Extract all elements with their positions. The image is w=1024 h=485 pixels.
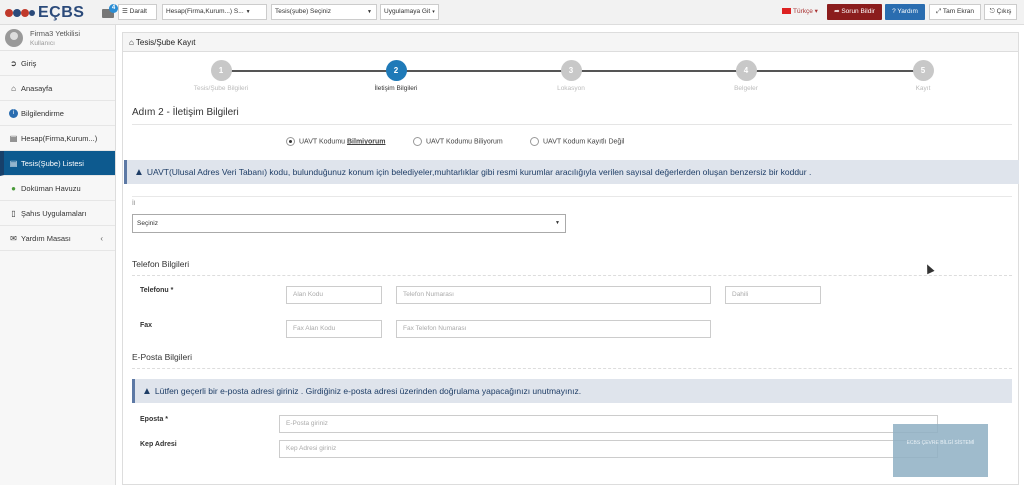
sidebar-item-yardim-masasi[interactable]: ✉ Yardım Masası ‹ <box>0 226 115 251</box>
step-4[interactable]: 4 Belgeler <box>696 60 796 92</box>
radio-circle-icon <box>413 137 422 146</box>
chevron-left-icon: ‹ <box>100 233 103 243</box>
caret-down-icon: ▼ <box>555 220 560 226</box>
il-field-group: İl Seçiniz ▼ <box>132 196 1012 236</box>
area-code-input[interactable]: Alan Kodu <box>286 286 382 304</box>
step-3[interactable]: 3 Lokasyon <box>521 60 621 92</box>
expand-icon: ⤢ <box>936 8 942 15</box>
kep-address-input[interactable]: Kep Adresi giriniz <box>279 440 938 458</box>
list-icon: ▤ <box>9 158 18 168</box>
wizard-steps: 1 Tesis/Şube Bilgileri 2 İletişim Bilgil… <box>123 60 1020 100</box>
main-panel: ⌂ Tesis/Şube Kayıt 1 Tesis/Şube Bilgiler… <box>122 32 1019 485</box>
org-select[interactable]: Hesap(Firma,Kurum...) S... ▼ <box>162 4 267 20</box>
email-input[interactable]: E-Posta giriniz <box>279 415 938 433</box>
step-heading: Adım 2 - İletişim Bilgileri <box>132 107 239 118</box>
file-icon: ▯ <box>11 208 16 218</box>
collapse-sidebar-button[interactable]: ☰ Daralt <box>118 4 157 20</box>
envelope-icon: ✉ <box>10 233 17 243</box>
uavt-info-alert: ▲ UAVT(Ulusal Adres Veri Tabanı) kodu, bu… <box>124 160 1019 184</box>
ecbs-ad-banner[interactable]: ECBS ÇEVRE BİLGİ SİSTEMİ <box>893 424 988 477</box>
sidebar-item-sahis-uygulamalari[interactable]: ▯ Şahıs Uygulamaları <box>0 201 115 226</box>
email-section-title: E-Posta Bilgileri <box>132 352 192 362</box>
users-icon: ● <box>11 183 16 193</box>
home-icon: ⌂ <box>129 38 134 47</box>
question-icon: ? <box>892 8 896 15</box>
phone-label: Telefonu * <box>140 287 174 294</box>
menu-icon: ☰ <box>122 8 128 15</box>
turkey-flag-icon <box>782 8 791 15</box>
uavt-know-radio[interactable]: UAVT Kodumu Biliyorum <box>413 137 503 146</box>
sidebar-item-giris[interactable]: ➲ Giriş <box>0 51 115 76</box>
divider <box>132 368 1012 369</box>
warning-icon: ▲ <box>134 167 144 178</box>
email-label: Eposta * <box>140 416 169 423</box>
mail-button[interactable]: 4 <box>101 4 118 19</box>
app-goto-dropdown[interactable]: Uygulamaya Git ▾ <box>380 4 439 20</box>
logout-button[interactable]: ⎋ Çıkış <box>984 4 1017 20</box>
app-logo[interactable]: EÇBS <box>4 2 86 23</box>
user-role: Kullanıcı <box>30 40 55 47</box>
home-icon: ⌂ <box>11 83 16 93</box>
divider <box>132 124 1012 125</box>
kep-label: Kep Adresi <box>140 441 177 448</box>
fax-number-input[interactable]: Fax Telefon Numarası <box>396 320 711 338</box>
caret-down-icon: ▾ <box>432 9 435 15</box>
info-icon: i <box>9 108 18 118</box>
sidebar-item-bilgilendirme[interactable]: i Bilgilendirme <box>0 101 115 126</box>
sidebar-item-hesap[interactable]: ▤ Hesap(Firma,Kurum...) <box>0 126 115 151</box>
uavt-not-registered-radio[interactable]: UAVT Kodum Kayıtlı Değil <box>530 137 624 146</box>
caret-down-icon: ▼ <box>367 9 372 15</box>
building-icon: ▤ <box>9 133 18 143</box>
language-dropdown[interactable]: Türkçe ▾ <box>782 5 818 19</box>
fax-area-code-input[interactable]: Fax Alan Kodu <box>286 320 382 338</box>
il-label: İl <box>132 200 136 207</box>
step-5[interactable]: 5 Kayıt <box>873 60 973 92</box>
step-1[interactable]: 1 Tesis/Şube Bilgileri <box>171 60 271 92</box>
user-name: Firma3 Yetkilisi <box>30 29 81 38</box>
warning-icon: ▲ <box>142 386 152 397</box>
sidebar: Firma3 Yetkilisi Kullanıcı ➲ Giriş ⌂ Anasa… <box>0 25 116 485</box>
top-bar: EÇBS 4 ☰ Daralt Hesap(Firma,Kurum...) S.… <box>0 0 1024 25</box>
report-issue-button[interactable]: ➦ Sorun Bildir <box>827 4 882 20</box>
radio-circle-icon <box>286 137 295 146</box>
extension-input[interactable]: Dahili <box>725 286 821 304</box>
share-icon: ➦ <box>834 8 840 15</box>
facility-select[interactable]: Tesis(şube) Seçiniz ▼ <box>271 4 377 20</box>
panel-header: ⌂ Tesis/Şube Kayıt <box>123 33 1018 52</box>
page-title: Tesis/Şube Kayıt <box>135 38 196 47</box>
phone-number-input[interactable]: Telefon Numarası <box>396 286 711 304</box>
mail-count-badge: 4 <box>109 4 118 13</box>
sidebar-item-anasayfa[interactable]: ⌂ Anasayfa <box>0 76 115 101</box>
fullscreen-button[interactable]: ⤢ Tam Ekran <box>929 4 981 20</box>
phone-section-title: Telefon Bilgileri <box>132 259 190 269</box>
il-select[interactable]: Seçiniz ▼ <box>132 214 566 233</box>
sidebar-item-tesis-listesi[interactable]: ▤ Tesis(Şube) Listesi <box>0 151 115 176</box>
caret-down-icon: ▼ <box>245 9 251 15</box>
logout-icon: ⎋ <box>989 8 995 15</box>
sidebar-item-dokuman-havuzu[interactable]: ● Doküman Havuzu <box>0 176 115 201</box>
logo-text: EÇBS <box>38 4 85 21</box>
uavt-dont-know-radio[interactable]: UAVT Kodumu Bilmiyorum <box>286 137 386 146</box>
step-2[interactable]: 2 İletişim Bilgileri <box>346 60 446 92</box>
radio-circle-icon <box>530 137 539 146</box>
email-info-alert: ▲ Lütfen geçerli bir e-posta adresi girin… <box>132 379 1012 403</box>
fax-label: Fax <box>140 322 153 329</box>
logo-mark-icon <box>5 9 35 17</box>
avatar <box>5 29 23 47</box>
user-profile[interactable]: Firma3 Yetkilisi Kullanıcı <box>0 25 115 51</box>
divider <box>132 275 1012 276</box>
help-button[interactable]: ? Yardım <box>885 4 925 20</box>
login-icon: ➲ <box>10 58 17 68</box>
